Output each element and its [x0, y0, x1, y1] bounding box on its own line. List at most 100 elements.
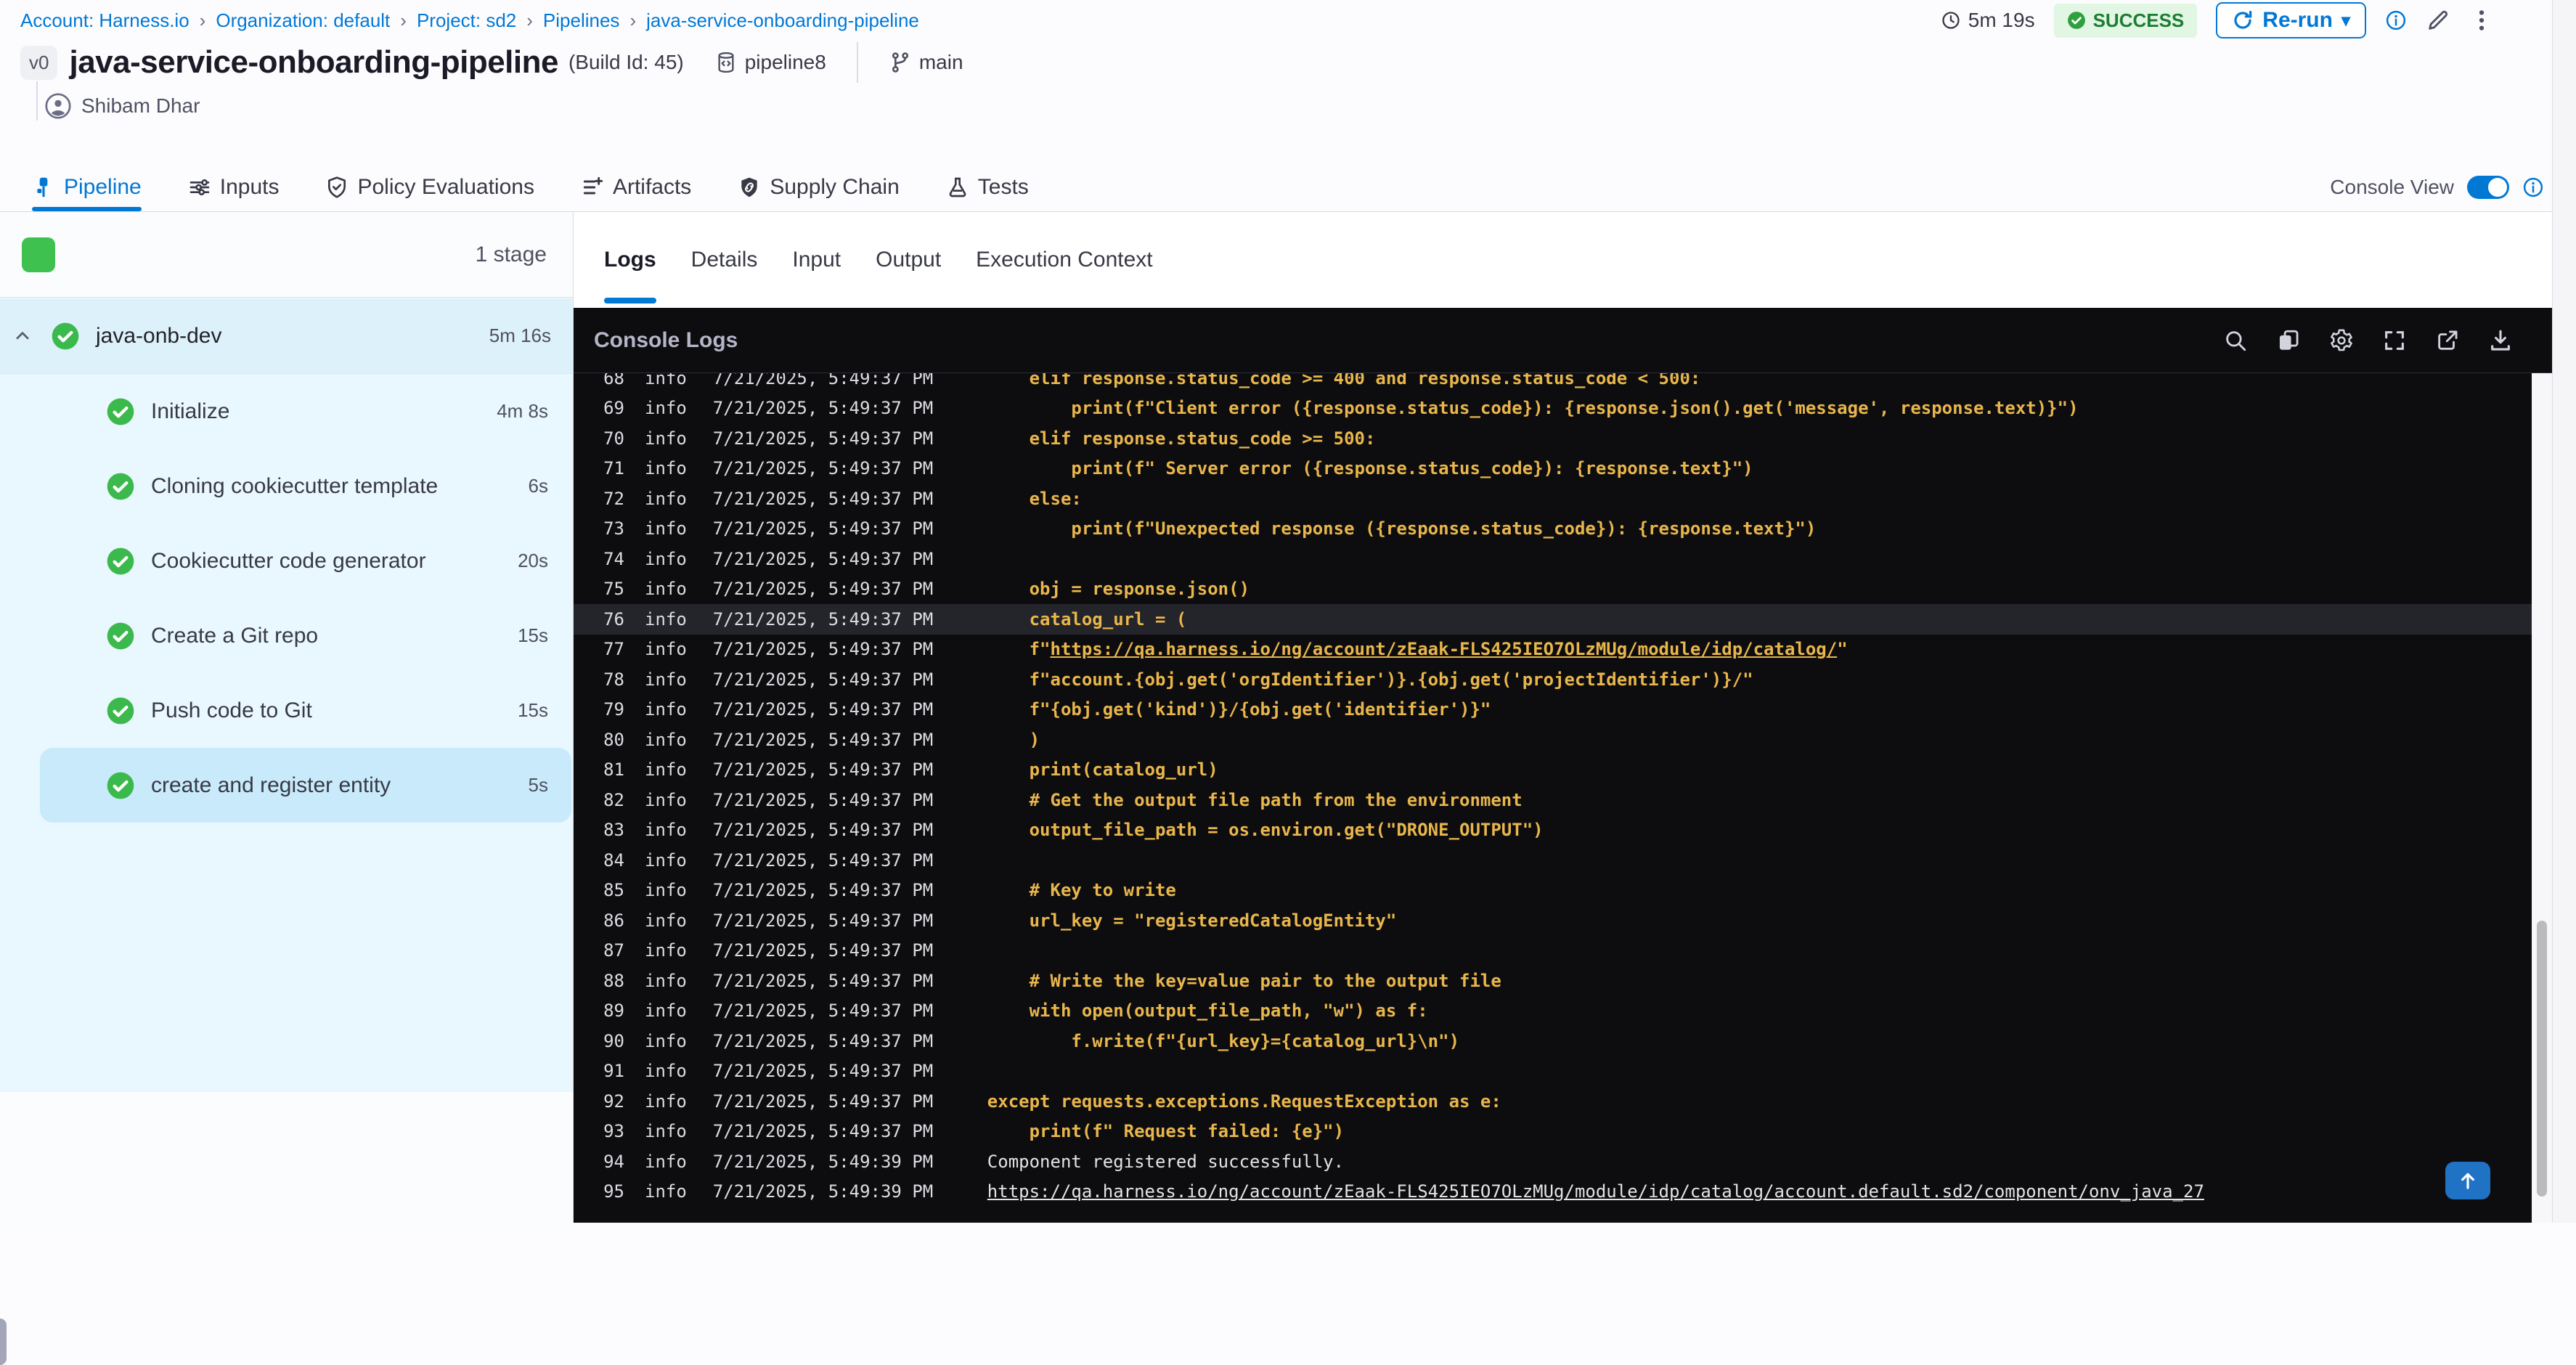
log-row: 74 info 7/21/2025, 5:49:37 PM [574, 544, 2532, 574]
log-timestamp: 7/21/2025, 5:49:37 PM [712, 910, 934, 931]
settings-icon[interactable] [2329, 328, 2354, 353]
step-item[interactable]: Create a Git repo 15s [0, 598, 573, 673]
log-timestamp: 7/21/2025, 5:49:37 PM [712, 940, 934, 961]
log-lines: 68 info 7/21/2025, 5:49:37 PM elif respons… [574, 373, 2532, 1207]
log-timestamp: 7/21/2025, 5:49:37 PM [712, 548, 934, 569]
fullscreen-icon[interactable] [2382, 328, 2407, 353]
log-text: # Write the key=value pair to the output… [987, 970, 1501, 991]
log-line-number: 73 [603, 518, 624, 539]
log-text: print(f" Server error ({response.status_… [987, 458, 1753, 479]
edit-icon[interactable] [2426, 8, 2450, 33]
divider [856, 42, 858, 83]
log-text: print(f" Request failed: {e}") [987, 1121, 1345, 1142]
log-row: 78 info 7/21/2025, 5:49:37 PM f"account.{o… [574, 664, 2532, 695]
detail-tab-logs[interactable]: Logs [604, 212, 656, 308]
step-item[interactable]: create and register entity 5s [40, 748, 571, 823]
step-item[interactable]: Cloning cookiecutter template 6s [0, 449, 573, 523]
step-list: Initialize 4m 8s Cloning cookiecutter temp… [0, 374, 573, 823]
log-line-number: 79 [603, 699, 624, 720]
step-duration: 6s [528, 475, 548, 497]
tab-label: Policy Evaluations [357, 174, 534, 199]
branch-chip[interactable]: main [889, 51, 963, 74]
log-row: 85 info 7/21/2025, 5:49:37 PM # Key to wri… [574, 876, 2532, 906]
step-duration: 15s [518, 699, 548, 721]
console-title: Console Logs [594, 327, 738, 352]
breadcrumb-link[interactable]: Organization: default [216, 9, 390, 32]
breadcrumb-separator: › [199, 9, 206, 31]
breadcrumb-link[interactable]: Account: Harness.io [20, 9, 189, 32]
log-row: 90 info 7/21/2025, 5:49:37 PM f.write(f"{u… [574, 1026, 2532, 1056]
detail-tab-output[interactable]: Output [876, 212, 941, 308]
clock-icon [1941, 10, 1961, 30]
kebab-menu-icon[interactable] [2469, 8, 2494, 33]
page-scrollbar[interactable] [2552, 0, 2576, 1223]
log-timestamp: 7/21/2025, 5:49:37 PM [712, 1030, 934, 1051]
info-icon[interactable] [2522, 176, 2544, 198]
step-label: create and register entity [151, 773, 391, 797]
rerun-button[interactable]: Re-run ▾ [2216, 2, 2366, 38]
log-row: 91 info 7/21/2025, 5:49:37 PM [574, 1056, 2532, 1087]
pipeline-ref[interactable]: pipeline8 [714, 51, 826, 74]
tab-pipeline[interactable]: Pipeline [32, 163, 142, 211]
log-line-number: 81 [603, 759, 624, 781]
log-text: print(f"Client error ({response.status_c… [987, 398, 2079, 419]
log-text: f"account.{obj.get('orgIdentifier')}.{ob… [987, 669, 1753, 690]
log-link[interactable]: https://qa.harness.io/ng/account/zEaak-F… [987, 1181, 2204, 1202]
scroll-to-top-button[interactable] [2445, 1162, 2490, 1199]
detail-tab-details[interactable]: Details [691, 212, 758, 308]
log-line-number: 86 [603, 910, 624, 931]
stage-row[interactable]: java-onb-dev 5m 16s [0, 298, 573, 374]
user-name: Shibam Dhar [81, 94, 200, 117]
download-icon[interactable] [2488, 328, 2513, 353]
page-title: java-service-onboarding-pipeline [69, 44, 558, 80]
log-level: info [645, 940, 687, 961]
log-line-number: 77 [603, 639, 624, 660]
log-timestamp: 7/21/2025, 5:49:37 PM [712, 1061, 934, 1082]
log-line-number: 80 [603, 729, 624, 750]
log-level: info [645, 579, 687, 600]
check-circle-icon [106, 696, 135, 725]
open-in-new-icon[interactable] [2435, 328, 2460, 353]
detail-tab-input[interactable]: Input [792, 212, 841, 308]
step-item[interactable]: Push code to Git 15s [0, 673, 573, 748]
breadcrumb-link[interactable]: Pipelines [543, 9, 620, 32]
detail-tab-execution-context[interactable]: Execution Context [976, 212, 1152, 308]
sidebar-resize-handle[interactable] [0, 1319, 7, 1365]
console-view-toggle[interactable] [2467, 176, 2509, 199]
shield-check-icon [325, 176, 349, 199]
log-scrollbar-thumb[interactable] [2537, 921, 2547, 1197]
log-row: 95 info 7/21/2025, 5:49:39 PM https://qa.ha… [574, 1177, 2532, 1207]
step-item[interactable]: Initialize 4m 8s [0, 374, 573, 449]
log-timestamp: 7/21/2025, 5:49:37 PM [712, 789, 934, 810]
tab-artifacts[interactable]: Artifacts [581, 163, 691, 211]
log-row: 71 info 7/21/2025, 5:49:37 PM print(f" Ser… [574, 454, 2532, 484]
tab-policy-evaluations[interactable]: Policy Evaluations [325, 163, 534, 211]
chevron-up-icon[interactable] [13, 327, 32, 346]
log-scrollbar[interactable] [2532, 373, 2552, 1223]
log-timestamp: 7/21/2025, 5:49:37 PM [712, 488, 934, 509]
branch-icon [889, 51, 912, 74]
tab-supply-chain[interactable]: Supply Chain [738, 163, 900, 211]
log-text: with open(output_file_path, "w") as f: [987, 1001, 1428, 1022]
top-bar: Account: Harness.io › Organization: defaul… [0, 0, 2552, 41]
arrow-up-icon [2456, 1169, 2479, 1192]
log-row: 82 info 7/21/2025, 5:49:37 PM # Get the ou… [574, 785, 2532, 815]
tab-tests[interactable]: Tests [946, 163, 1029, 211]
info-icon[interactable] [2385, 9, 2407, 31]
breadcrumb-link[interactable]: java-service-onboarding-pipeline [646, 9, 919, 32]
log-viewer[interactable]: 68 info 7/21/2025, 5:49:37 PM elif respons… [574, 373, 2532, 1223]
search-icon[interactable] [2223, 328, 2248, 353]
stage-header: 1 stage [0, 212, 573, 298]
stage-panel: java-onb-dev 5m 16s Initialize 4m 8s Cloni… [0, 298, 573, 1092]
step-label: Cookiecutter code generator [151, 548, 426, 573]
log-line-number: 76 [603, 608, 624, 629]
log-row: 80 info 7/21/2025, 5:49:37 PM ) [574, 725, 2532, 755]
copy-icon[interactable] [2276, 328, 2301, 353]
log-link[interactable]: https://qa.harness.io/ng/account/zEaak-F… [1051, 639, 1838, 659]
step-item[interactable]: Cookiecutter code generator 20s [0, 523, 573, 598]
check-circle-icon [106, 771, 135, 800]
build-id: (Build Id: 45) [568, 51, 684, 73]
version-badge: v0 [20, 45, 58, 80]
breadcrumb-link[interactable]: Project: sd2 [417, 9, 516, 32]
tab-inputs[interactable]: Inputs [188, 163, 279, 211]
